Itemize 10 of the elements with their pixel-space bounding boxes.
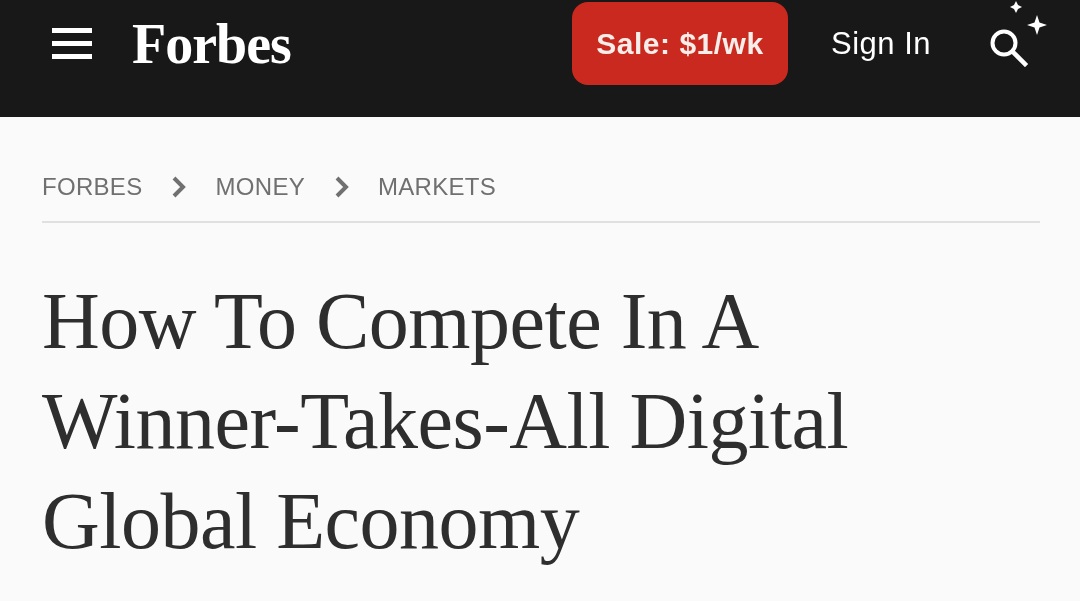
breadcrumb-link[interactable]: MONEY [215, 172, 305, 202]
headline: How To Compete In A Winner-Takes-All Digital Global Economy [42, 276, 850, 567]
breadcrumb-link[interactable]: FORBES [42, 172, 143, 202]
chevron-right-icon [172, 176, 187, 198]
breadcrumb-link[interactable]: MARKETS [378, 172, 497, 202]
menu-icon[interactable] [52, 28, 92, 59]
chevron-right-icon [335, 176, 349, 198]
sign-in-link[interactable]: Sign In [831, 25, 931, 62]
sale-button[interactable]: Sale: $1/wk [572, 2, 788, 85]
logo[interactable]: Forbes [132, 13, 291, 74]
